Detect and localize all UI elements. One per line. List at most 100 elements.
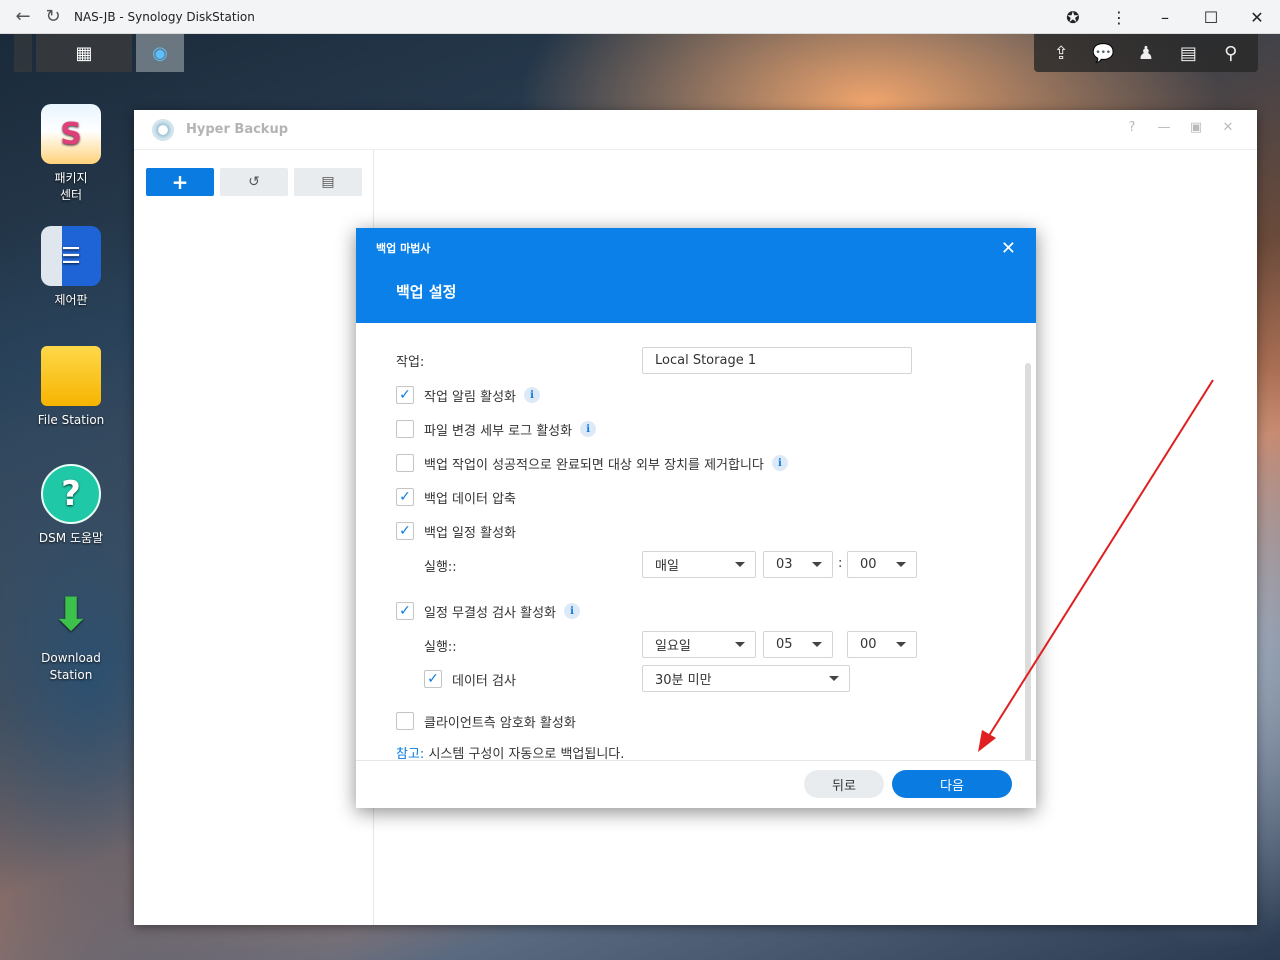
task-name-input[interactable]: Local Storage 1 <box>642 347 912 374</box>
chat-icon[interactable]: 💬 <box>1090 43 1118 64</box>
desktop-icon-download-station[interactable]: ⬇ Download Station <box>20 584 122 684</box>
close-icon[interactable]: ✕ <box>1219 120 1237 135</box>
info-icon[interactable]: i <box>771 455 788 471</box>
more-menu-icon[interactable]: ⋮ <box>1096 0 1142 34</box>
maximize-icon[interactable]: ☐ <box>1188 0 1234 34</box>
option-integrity[interactable]: ✓ 일정 무결성 검사 활성화 i <box>396 600 580 622</box>
option-label: 데이터 검사 <box>452 673 516 689</box>
checkbox-checked[interactable]: ✓ <box>396 522 414 540</box>
add-task-button[interactable]: + <box>146 168 214 196</box>
note-text: 참고: 시스템 구성이 자동으로 백업됩니다. <box>396 743 624 760</box>
dialog-close-icon[interactable]: ✕ <box>1001 238 1016 259</box>
window-title: Hyper Backup <box>186 122 289 137</box>
note-body: 시스템 구성이 자동으로 백업됩니다. <box>424 747 625 760</box>
plus-icon: + <box>171 170 189 194</box>
reload-icon[interactable]: ↻ <box>42 6 64 28</box>
main-menu-button[interactable]: ▦ <box>36 34 132 72</box>
log-button[interactable]: ▤ <box>294 168 362 196</box>
back-button[interactable]: 뒤로 <box>804 770 884 798</box>
control-panel-icon: ☰ <box>41 226 101 286</box>
upload-icon[interactable]: ⇪ <box>1047 43 1075 64</box>
desktop-icon-dsm-help[interactable]: ? DSM 도움말 <box>20 464 122 547</box>
hyper-backup-icon: ◉ <box>152 42 168 64</box>
browser-title: NAS-JB - Synology DiskStation <box>74 9 255 24</box>
checkbox-checked[interactable]: ✓ <box>396 488 414 506</box>
dialog-footer: 뒤로 다음 <box>356 760 1036 808</box>
close-icon[interactable]: ✕ <box>1234 0 1280 34</box>
checkbox-checked[interactable]: ✓ <box>396 602 414 620</box>
option-label: 작업 알림 활성화 <box>424 389 516 405</box>
data-check-duration-select[interactable]: 30분 미만 <box>642 665 850 692</box>
chevron-down-icon <box>735 642 745 647</box>
option-label: 백업 데이터 압축 <box>424 491 516 507</box>
schedule-hour-select[interactable]: 03 <box>763 551 833 578</box>
desktop-icon-label: DSM 도움말 <box>38 531 104 545</box>
info-icon[interactable]: i <box>524 387 540 403</box>
info-icon[interactable]: i <box>580 421 597 437</box>
chevron-down-icon <box>812 642 822 647</box>
taskbar-hyper-backup[interactable]: ◉ <box>136 34 184 72</box>
backup-wizard-dialog: 백업 마법사 ✕ 백업 설정 작업: Local Storage 1 ✓ 작업 … <box>356 228 1036 808</box>
option-label: 파일 변경 세부 로그 활성화 <box>424 423 573 439</box>
extensions-icon[interactable]: ✪ <box>1050 0 1096 34</box>
option-label: 백업 작업이 성공적으로 완료되면 대상 외부 장치를 제거합니다 <box>424 457 764 473</box>
desktop-icon-control-panel[interactable]: ☰ 제어판 <box>20 226 122 309</box>
back-arrow-icon[interactable]: ← <box>12 6 34 28</box>
integrity-minute-select[interactable]: 00 <box>847 631 917 658</box>
chevron-down-icon <box>812 562 822 567</box>
document-icon: ▤ <box>321 174 335 190</box>
info-icon[interactable]: i <box>564 603 580 619</box>
checkbox-unchecked[interactable] <box>396 420 414 438</box>
minimize-icon[interactable]: – <box>1142 0 1188 34</box>
select-value: 일요일 <box>655 639 691 654</box>
download-arrow-icon: ⬇ <box>51 587 91 641</box>
option-file-change-log[interactable]: 파일 변경 세부 로그 활성화 i <box>396 418 597 440</box>
minimize-icon[interactable]: — <box>1155 120 1173 135</box>
option-data-check[interactable]: ✓ 데이터 검사 <box>424 668 516 690</box>
restore-button[interactable]: ↺ <box>220 168 288 196</box>
schedule-run-row: 실행:: <box>424 554 457 576</box>
checkbox-unchecked[interactable] <box>396 712 414 730</box>
hyper-backup-sidebar: + ↺ ▤ <box>134 150 374 925</box>
package-center-icon: S <box>41 104 101 164</box>
next-button[interactable]: 다음 <box>892 770 1012 798</box>
schedule-minute-select[interactable]: 00 <box>847 551 917 578</box>
checkbox-checked[interactable]: ✓ <box>424 670 442 688</box>
help-icon: ? <box>41 464 101 524</box>
search-icon[interactable]: ⚲ <box>1217 43 1245 64</box>
desktop-icon-label: 센터 <box>59 188 83 202</box>
maximize-icon[interactable]: ▣ <box>1187 120 1205 135</box>
dialog-scrollbar[interactable] <box>1025 363 1031 760</box>
select-value: 매일 <box>655 559 679 574</box>
run-label: 실행:: <box>424 559 457 575</box>
option-client-encryption[interactable]: 클라이언트측 암호화 활성화 <box>396 710 576 732</box>
schedule-frequency-select[interactable]: 매일 <box>642 551 756 578</box>
folder-icon <box>41 346 101 406</box>
desktop-icon-file-station[interactable]: File Station <box>20 346 122 429</box>
checkbox-checked[interactable]: ✓ <box>396 386 414 404</box>
option-compress[interactable]: ✓ 백업 데이터 압축 <box>396 486 516 508</box>
checkbox-unchecked[interactable] <box>396 454 414 472</box>
widgets-icon[interactable]: ▤ <box>1174 43 1202 64</box>
desktop-icon-label: 패키지 <box>54 171 88 185</box>
select-value: 00 <box>860 557 877 572</box>
option-schedule[interactable]: ✓ 백업 일정 활성화 <box>396 520 516 542</box>
history-icon: ↺ <box>248 174 260 190</box>
run-label: 실행:: <box>424 639 457 655</box>
option-task-notification[interactable]: ✓ 작업 알림 활성화 i <box>396 384 540 406</box>
show-desktop-button[interactable] <box>14 34 32 72</box>
desktop-icon-package-center[interactable]: S 패키지 센터 <box>20 104 122 204</box>
dialog-step-title: 백업 설정 <box>396 283 457 301</box>
help-icon[interactable]: ? <box>1123 120 1141 135</box>
user-icon[interactable]: ♟ <box>1132 43 1160 64</box>
option-remove-external[interactable]: 백업 작업이 성공적으로 완료되면 대상 외부 장치를 제거합니다 i <box>396 452 788 474</box>
option-label: 일정 무결성 검사 활성화 <box>424 605 556 621</box>
chevron-down-icon <box>896 562 906 567</box>
grid-icon: ▦ <box>75 42 93 64</box>
taskbar-left: ▦ ◉ <box>14 34 184 72</box>
integrity-day-select[interactable]: 일요일 <box>642 631 756 658</box>
integrity-hour-select[interactable]: 05 <box>763 631 833 658</box>
hyper-backup-logo-icon <box>152 118 174 141</box>
note-prefix: 참고: <box>396 747 425 760</box>
desktop-icon-label: Download Station <box>41 651 101 682</box>
